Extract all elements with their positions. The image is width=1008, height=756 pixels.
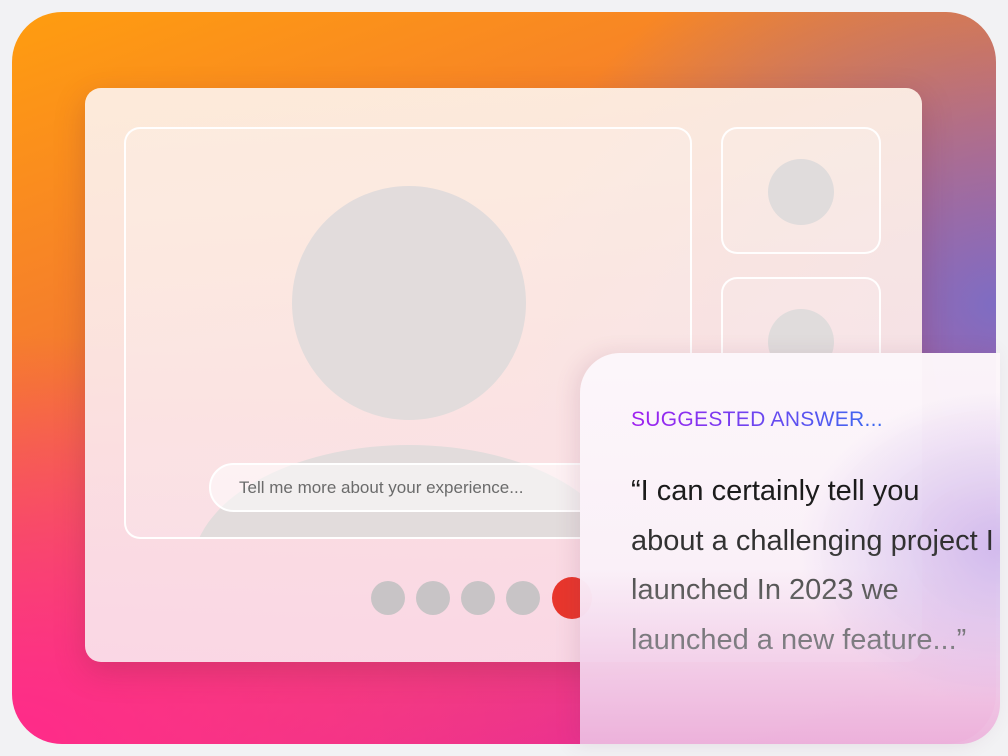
call-control-button[interactable] [416,581,450,615]
suggested-answer-panel: SUGGESTED ANSWER... “I can certainly tel… [580,353,1000,744]
call-control-button[interactable] [461,581,495,615]
call-control-button[interactable] [371,581,405,615]
call-control-button[interactable] [506,581,540,615]
avatar-placeholder [768,159,834,225]
participant-thumbnail[interactable] [721,127,881,254]
avatar-head-placeholder [292,186,526,420]
suggested-answer-label: SUGGESTED ANSWER... [631,408,883,431]
suggested-answer-text: “I can certainly tell you about a challe… [631,467,996,665]
interviewer-question-bubble: Tell me more about your experience... [209,463,609,512]
